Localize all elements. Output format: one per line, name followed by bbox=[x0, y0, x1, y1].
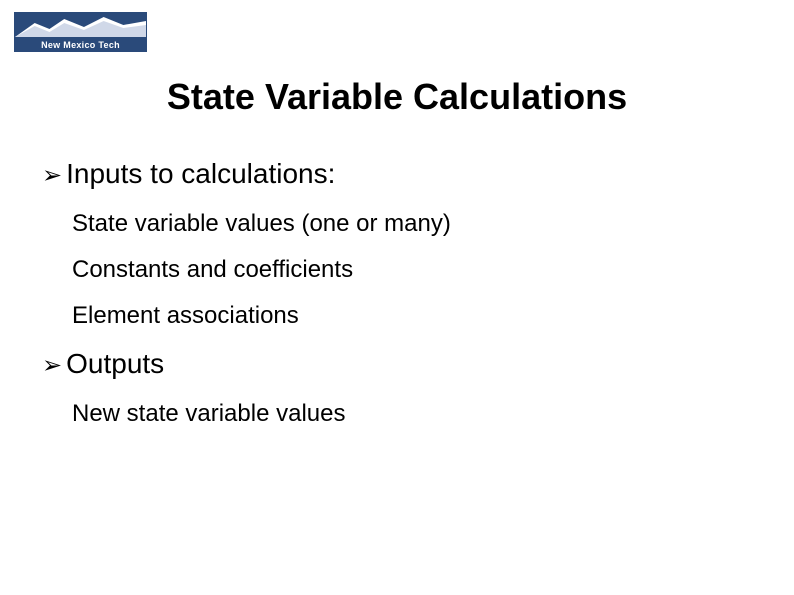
sub-item: Constants and coefficients bbox=[72, 256, 752, 284]
sub-item: New state variable values bbox=[72, 400, 752, 428]
logo: New Mexico Tech bbox=[14, 12, 147, 52]
bullet-heading: Outputs bbox=[66, 348, 164, 380]
logo-image bbox=[15, 13, 146, 37]
slide-content: ➢ Inputs to calculations: State variable… bbox=[42, 158, 752, 446]
sub-item: State variable values (one or many) bbox=[72, 210, 752, 238]
bullet-inputs: ➢ Inputs to calculations: bbox=[42, 158, 752, 190]
sub-item: Element associations bbox=[72, 302, 752, 330]
bullet-outputs: ➢ Outputs bbox=[42, 348, 752, 380]
slide-title: State Variable Calculations bbox=[0, 76, 794, 118]
logo-text: New Mexico Tech bbox=[15, 37, 146, 52]
bullet-arrow-icon: ➢ bbox=[42, 161, 62, 190]
bullet-heading: Inputs to calculations: bbox=[66, 158, 335, 190]
bullet-arrow-icon: ➢ bbox=[42, 351, 62, 380]
